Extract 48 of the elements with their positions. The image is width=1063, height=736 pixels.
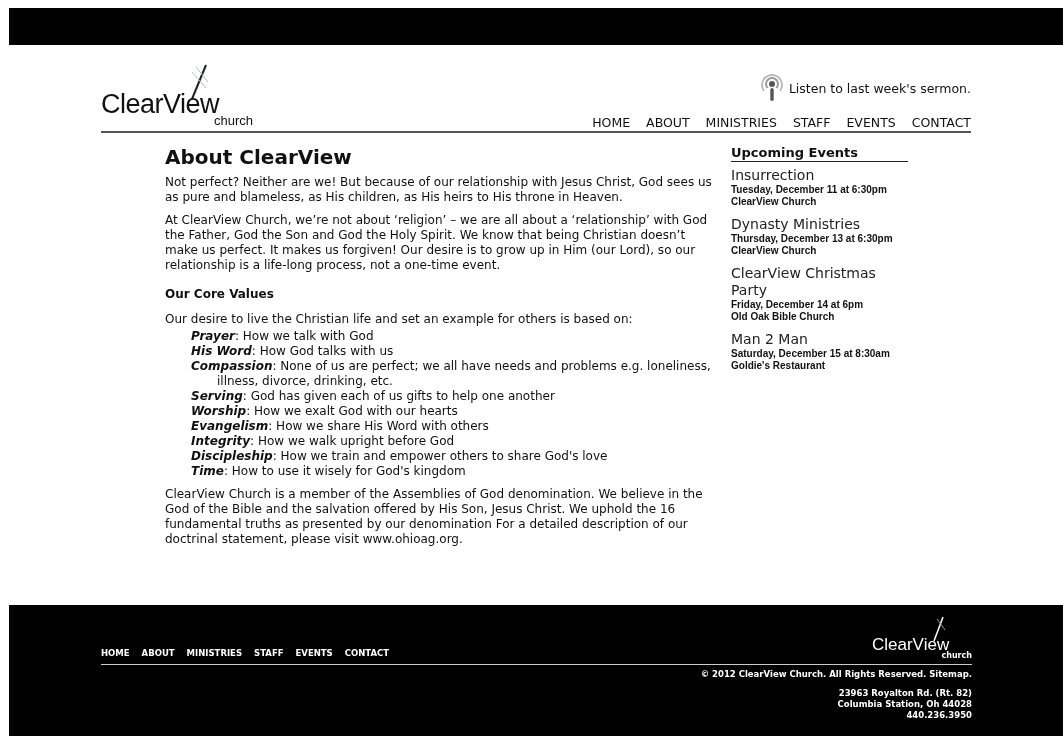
paragraph: Our desire to live the Christian life and set an example for others is based on: bbox=[165, 312, 634, 327]
event-title[interactable]: Insurrection bbox=[731, 167, 908, 184]
paragraph: ClearView Church is a member of the Assemblies of God denomination. We believe in the God of the Bible and the salvation offered by His Son, Jesus Christ. We uphold the 16 fundamental truths as presented by our denomination For a detailed description of our doctrinal statement, please visit www.ohioag.org. bbox=[165, 487, 704, 547]
event-place: Old Oak Bible Church bbox=[731, 311, 836, 323]
value-item: Integrity: How we walk upright before God bbox=[191, 434, 456, 449]
footer-nav-link[interactable]: MINISTRIES bbox=[186, 648, 243, 658]
value-item: Discipleship: How we train and empower others to share God's love bbox=[191, 449, 609, 464]
value-item: His Word: How God talks with us bbox=[191, 344, 395, 359]
nav-link[interactable]: STAFF bbox=[792, 115, 831, 130]
podcast-icon[interactable] bbox=[759, 73, 784, 103]
event-title[interactable]: Dynasty Ministries bbox=[731, 216, 908, 233]
value-item: Time: How to use it wisely for God's kingdom bbox=[191, 464, 467, 479]
value-item: Serving: God has given each of us gifts to help one another bbox=[191, 389, 556, 404]
sermon-link[interactable]: Listen to last week's sermon. bbox=[788, 80, 971, 96]
nav-link[interactable]: ABOUT bbox=[646, 115, 690, 130]
value-item: Prayer: How we talk with God bbox=[191, 329, 375, 344]
nav-link[interactable]: CONTACT bbox=[911, 115, 971, 130]
address-line: 23963 Royalton Rd. (Rt. 82) bbox=[837, 688, 972, 699]
event-date: Tuesday, December 11 at 6:30pm bbox=[731, 184, 888, 196]
address-line: Columbia Station, Oh 44028 bbox=[836, 699, 972, 710]
footer-logo-name[interactable]: ClearView bbox=[872, 636, 950, 653]
sidebar-heading: Upcoming Events bbox=[731, 145, 908, 162]
event-date: Friday, December 14 at 6pm bbox=[731, 299, 865, 311]
value-item: Worship: How we exalt God with our hearts bbox=[191, 404, 459, 419]
footer-nav-link[interactable]: ABOUT bbox=[141, 648, 175, 658]
nav-link[interactable]: HOME bbox=[592, 115, 631, 130]
footer-nav-link[interactable]: STAFF bbox=[254, 648, 284, 658]
event-date: Thursday, December 13 at 6:30pm bbox=[731, 233, 894, 245]
nav-link[interactable]: EVENTS bbox=[846, 115, 896, 130]
page-title: About ClearView bbox=[165, 145, 353, 169]
value-item: Compassion: None of us are perfect; we all have needs and problems e.g. loneliness, illness, divorce, drinking, etc. bbox=[191, 359, 712, 389]
nav-link[interactable]: MINISTRIES bbox=[705, 115, 777, 130]
footer-nav-link[interactable]: EVENTS bbox=[295, 648, 333, 658]
value-item: Evangelism: How we share His Word with others bbox=[191, 419, 490, 434]
event-place: ClearView Church bbox=[731, 245, 818, 257]
event-title[interactable]: ClearView Christmas Party bbox=[731, 265, 908, 299]
footer-logo-subtitle: church bbox=[941, 652, 972, 660]
copyright-text: © 2012 ClearView Church. All Rights Reserved. Sitemap. bbox=[699, 669, 972, 679]
section-heading: Our Core Values bbox=[165, 287, 275, 302]
paragraph: At ClearView Church, we’re not about ‘religion’ – we are all about a ‘relationship’ with God the Father, God the Son and God the Holy Spirit. We know that being Christian doesn’t make us perfect. It makes us forgiven! Our desire is to grow up in Him (our Lord), so our relationship is a life-long process, not a one-time event. bbox=[165, 213, 709, 273]
event-date: Saturday, December 15 at 8:30am bbox=[731, 348, 891, 360]
footer-nav-link[interactable]: CONTACT bbox=[344, 648, 390, 658]
event-place: Goldie's Restaurant bbox=[731, 360, 827, 372]
event-title[interactable]: Man 2 Man bbox=[731, 331, 908, 348]
address-line: 440.236.3950 bbox=[905, 710, 972, 721]
paragraph: Not perfect? Neither are we! But because of our relationship with Jesus Christ, God sees us as pure and blameless, as His children, as His heirs to His throne in Heaven. bbox=[165, 175, 713, 205]
footer-nav-link[interactable]: HOME bbox=[101, 648, 130, 658]
event-place: ClearView Church bbox=[731, 196, 818, 208]
